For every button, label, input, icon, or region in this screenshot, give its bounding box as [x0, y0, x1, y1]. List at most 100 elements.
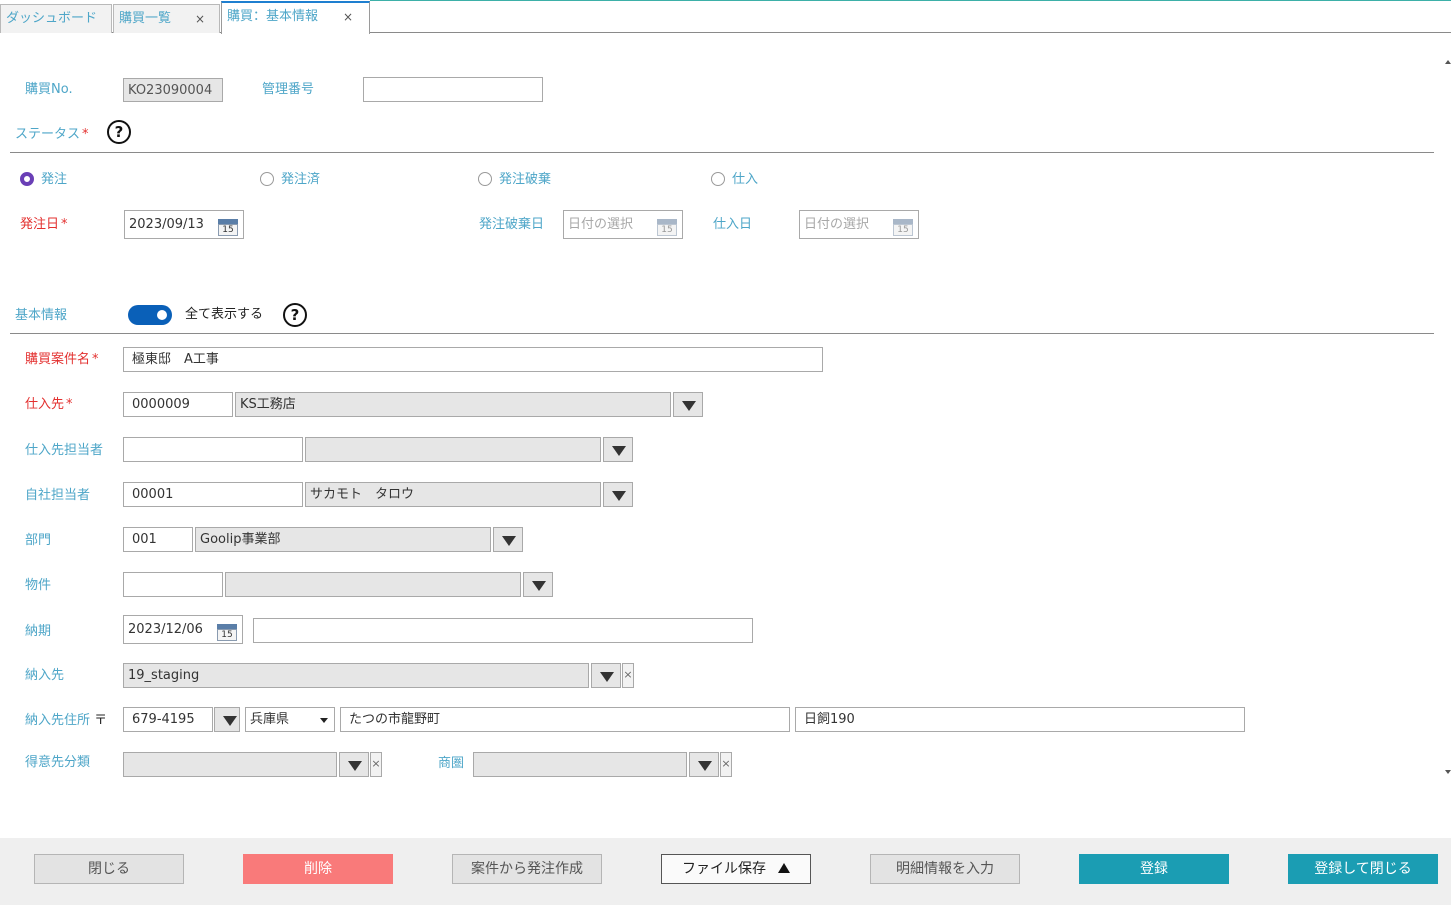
register-close-button[interactable]: 登録して閉じる	[1288, 854, 1438, 884]
trade-area-field	[473, 752, 687, 777]
show-all-toggle[interactable]	[128, 305, 172, 325]
required-mark: *	[92, 352, 99, 367]
close-button[interactable]: 閉じる	[34, 854, 184, 884]
calendar-day: 15	[893, 224, 913, 236]
help-icon[interactable]: ?	[107, 120, 131, 144]
property-code-input[interactable]	[123, 572, 223, 597]
address-label: 納入先住所 〒	[25, 712, 107, 730]
calendar-day: 15	[218, 224, 238, 236]
dept-name-field: Goolip事業部	[195, 527, 491, 552]
property-dropdown-button[interactable]	[523, 572, 553, 597]
supplier-label-text: 仕入先	[25, 397, 65, 412]
status-label-text: ステータス	[15, 127, 81, 142]
close-icon[interactable]: ×	[343, 3, 353, 31]
zip-input[interactable]: 679-4195	[123, 707, 213, 732]
delivery-to-label: 納入先	[25, 668, 65, 683]
delivery-to-field: 19_staging	[123, 663, 589, 688]
scroll-down-arrow-icon[interactable]	[1445, 770, 1451, 774]
radio-status-ordered[interactable]	[260, 172, 274, 186]
delivery-note-input[interactable]	[253, 618, 753, 643]
show-all-label: 全て表示する	[185, 307, 264, 322]
project-name-input[interactable]: 極東邸 A工事	[123, 347, 823, 372]
delivery-to-dropdown-button[interactable]	[591, 663, 621, 688]
staff-name-field: サカモト タロウ	[305, 482, 601, 507]
supplier-person-dropdown-button[interactable]	[603, 437, 633, 462]
dept-code-input[interactable]: 001	[123, 527, 193, 552]
trade-area-clear-icon[interactable]: ×	[720, 752, 732, 777]
tab-purchase-basic-label: 購買：基本情報	[227, 9, 319, 24]
mgmt-no-label: 管理番号	[262, 82, 315, 97]
supplier-dropdown-button[interactable]	[673, 392, 703, 417]
tab-purchase-basic[interactable]: 購買：基本情報 ×	[221, 1, 370, 34]
calendar-day: 15	[657, 224, 677, 236]
supplier-person-code-input[interactable]	[123, 437, 303, 462]
status-section-title: ステータス *	[15, 126, 89, 144]
supplier-person-label: 仕入先担当者	[25, 443, 104, 458]
calendar-icon[interactable]: 15	[893, 217, 913, 236]
tab-purchase-list[interactable]: 購買一覧 ×	[113, 4, 220, 33]
trade-area-label: 商圏	[438, 756, 465, 771]
purchase-no-label: 購買No.	[25, 82, 73, 97]
calendar-icon[interactable]: 15	[218, 217, 238, 236]
project-name-label: 購買案件名 *	[25, 351, 99, 369]
dept-dropdown-button[interactable]	[493, 527, 523, 552]
divider	[10, 333, 1434, 334]
address-label-text: 納入先住所	[25, 713, 91, 728]
calendar-icon[interactable]: 15	[217, 622, 237, 641]
scroll-up-arrow-icon[interactable]	[1445, 60, 1451, 64]
radio-status-ordered-label: 発注済	[281, 172, 321, 187]
calendar-day: 15	[217, 629, 237, 641]
order-date-label: 発注日 *	[20, 216, 68, 234]
required-mark: *	[61, 217, 68, 232]
file-save-button[interactable]: ファイル保存	[661, 854, 811, 884]
street-input[interactable]: 日飼190	[795, 707, 1245, 732]
mgmt-no-input[interactable]	[363, 77, 543, 102]
cancel-date-label: 発注破棄日	[479, 217, 545, 232]
project-name-label-text: 購買案件名	[25, 352, 91, 367]
property-label: 物件	[25, 578, 52, 593]
tab-dashboard[interactable]: ダッシュボード	[0, 4, 112, 33]
staff-dropdown-button[interactable]	[603, 482, 633, 507]
city-input[interactable]: たつの市龍野町	[340, 707, 790, 732]
delete-button[interactable]: 削除	[243, 854, 393, 884]
supplier-person-name-field	[305, 437, 601, 462]
radio-status-cancelled[interactable]	[478, 172, 492, 186]
customer-class-dropdown-button[interactable]	[339, 752, 369, 777]
purchase-no-field: KO23090004	[123, 78, 223, 102]
supplier-code-input[interactable]: 0000009	[123, 392, 233, 417]
tab-dashboard-label: ダッシュボード	[6, 11, 98, 26]
customer-class-label: 得意先分類	[25, 755, 91, 770]
radio-status-purchased[interactable]	[711, 172, 725, 186]
dept-label: 部門	[25, 533, 52, 548]
create-from-project-button[interactable]: 案件から発注作成	[452, 854, 602, 884]
caret-up-icon	[778, 863, 790, 873]
delivery-date-label: 納期	[25, 624, 52, 639]
scrollbar[interactable]	[1445, 35, 1451, 785]
enter-details-button[interactable]: 明細情報を入力	[870, 854, 1020, 884]
radio-status-order[interactable]	[20, 172, 34, 186]
purchase-date-label: 仕入日	[713, 217, 753, 232]
tab-purchase-list-label: 購買一覧	[119, 11, 172, 26]
staff-label: 自社担当者	[25, 488, 91, 503]
help-icon[interactable]: ?	[283, 303, 307, 327]
supplier-name-field: KS工務店	[235, 392, 671, 417]
prefecture-select[interactable]: 兵庫県	[245, 707, 335, 732]
file-save-label: ファイル保存	[682, 861, 766, 877]
basic-section-title: 基本情報	[15, 308, 68, 323]
customer-class-clear-icon[interactable]: ×	[370, 752, 382, 777]
zip-mark: 〒	[94, 713, 108, 728]
radio-status-order-label: 発注	[41, 172, 68, 187]
delivery-to-clear-icon[interactable]: ×	[622, 663, 634, 688]
trade-area-dropdown-button[interactable]	[689, 752, 719, 777]
tab-bar-accent-line	[370, 0, 1451, 1]
register-button[interactable]: 登録	[1079, 854, 1229, 884]
required-mark: *	[66, 397, 73, 412]
property-name-field	[225, 572, 521, 597]
calendar-icon[interactable]: 15	[657, 217, 677, 236]
close-icon[interactable]: ×	[195, 5, 205, 33]
customer-class-field	[123, 752, 337, 777]
order-date-label-text: 発注日	[20, 217, 60, 232]
required-mark: *	[82, 127, 89, 142]
staff-code-input[interactable]: 00001	[123, 482, 303, 507]
zip-dropdown-button[interactable]	[214, 707, 240, 732]
